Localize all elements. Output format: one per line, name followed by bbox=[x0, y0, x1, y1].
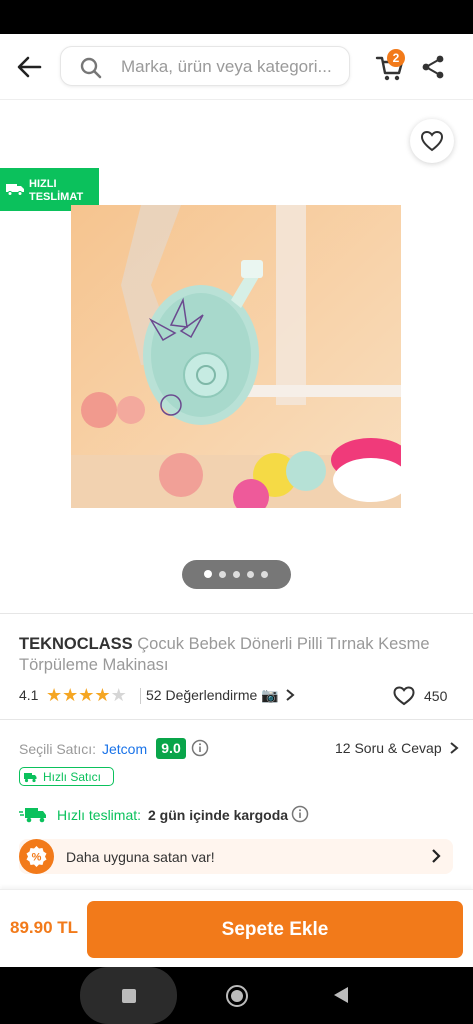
reviews-count: 52 Değerlendirme 📷 bbox=[146, 687, 279, 703]
questions-answers-label: 12 Soru & Cevap bbox=[335, 740, 442, 756]
svg-text:%: % bbox=[32, 852, 42, 864]
divider bbox=[0, 613, 473, 614]
chevron-right-icon bbox=[432, 849, 441, 863]
seller-score-badge: 9.0 bbox=[156, 738, 186, 759]
divider bbox=[0, 719, 473, 720]
fast-seller-icon bbox=[24, 773, 37, 783]
home-icon bbox=[231, 990, 243, 1002]
status-bar bbox=[0, 0, 473, 34]
product-image[interactable] bbox=[71, 205, 401, 508]
back-icon[interactable] bbox=[334, 987, 348, 1003]
carousel-dot[interactable] bbox=[204, 570, 212, 578]
cheaper-seller-banner[interactable]: % Daha uyguna satan var! bbox=[19, 839, 453, 874]
fast-delivery-line2: TESLİMAT bbox=[29, 191, 84, 203]
top-app-bar: 2 bbox=[0, 34, 473, 100]
star-icon: ★ bbox=[94, 685, 111, 705]
likes-count: 450 bbox=[424, 688, 448, 704]
delivery-truck-icon bbox=[19, 808, 46, 823]
rating-value: 4.1 bbox=[19, 687, 39, 703]
product-brand[interactable]: TEKNOCLASS bbox=[19, 635, 133, 653]
divider bbox=[140, 688, 141, 704]
search-bar[interactable] bbox=[60, 46, 350, 86]
star-icon: ★ bbox=[46, 685, 63, 705]
carousel-dot[interactable] bbox=[233, 571, 240, 578]
fast-seller-badge: Hızlı Satıcı bbox=[19, 767, 114, 786]
fast-delivery-line1: HIZLI bbox=[29, 178, 57, 190]
cheaper-seller-text: Daha uyguna satan var! bbox=[66, 849, 215, 865]
star-icon: ★ bbox=[110, 685, 127, 705]
seller-row: Seçili Satıcı: Jetcom 9.0 12 Soru & Ceva… bbox=[19, 738, 459, 760]
info-icon[interactable] bbox=[291, 805, 309, 823]
questions-answers-link[interactable]: 12 Soru & Cevap bbox=[335, 740, 459, 756]
rating-stars: ★★★★★ bbox=[46, 685, 127, 706]
discount-icon: % bbox=[19, 839, 54, 874]
recent-apps-icon bbox=[122, 989, 136, 1003]
seller-label: Seçili Satıcı: bbox=[19, 741, 97, 757]
cart-count-badge: 2 bbox=[387, 49, 405, 67]
home-button[interactable] bbox=[226, 985, 248, 1007]
info-icon[interactable] bbox=[191, 739, 209, 757]
rating-row: 4.1 ★★★★★ 52 Değerlendirme 📷 450 bbox=[19, 685, 459, 706]
reviews-link[interactable]: 52 Değerlendirme 📷 bbox=[146, 687, 295, 704]
star-icon: ★ bbox=[78, 685, 95, 705]
share-icon[interactable] bbox=[420, 54, 446, 80]
delivery-label: Hızlı teslimat: bbox=[57, 807, 142, 823]
carousel-dot[interactable] bbox=[261, 571, 268, 578]
system-navigation-bar bbox=[0, 967, 473, 1024]
heart-icon bbox=[420, 130, 444, 152]
delivery-time: 2 gün içinde kargoda bbox=[148, 807, 289, 823]
product-photo bbox=[71, 205, 401, 508]
search-icon bbox=[80, 57, 102, 79]
price: 89.90 TL bbox=[10, 918, 79, 937]
seller-name-link[interactable]: Jetcom bbox=[102, 741, 147, 757]
chevron-right-icon bbox=[285, 689, 295, 701]
chevron-right-icon bbox=[449, 742, 459, 754]
fast-seller-label: Hızlı Satıcı bbox=[43, 770, 102, 784]
image-carousel-indicator bbox=[182, 560, 291, 589]
carousel-dot[interactable] bbox=[247, 571, 254, 578]
add-to-cart-button[interactable]: Sepete Ekle bbox=[87, 901, 463, 958]
search-input[interactable] bbox=[121, 56, 341, 78]
product-title: TEKNOCLASS Çocuk Bebek Dönerli Pilli Tır… bbox=[19, 634, 459, 676]
checkout-bar: 89.90 TL Sepete Ekle bbox=[0, 889, 473, 967]
star-icon: ★ bbox=[62, 685, 79, 705]
favorite-button[interactable] bbox=[410, 119, 454, 163]
back-arrow-icon[interactable] bbox=[14, 52, 44, 82]
carousel-dot[interactable] bbox=[219, 571, 226, 578]
recent-apps-button[interactable] bbox=[80, 967, 177, 1024]
delivery-row: Hızlı teslimat: 2 gün içinde kargoda bbox=[19, 804, 459, 826]
heart-icon[interactable] bbox=[393, 686, 415, 706]
delivery-truck-icon bbox=[6, 184, 24, 196]
